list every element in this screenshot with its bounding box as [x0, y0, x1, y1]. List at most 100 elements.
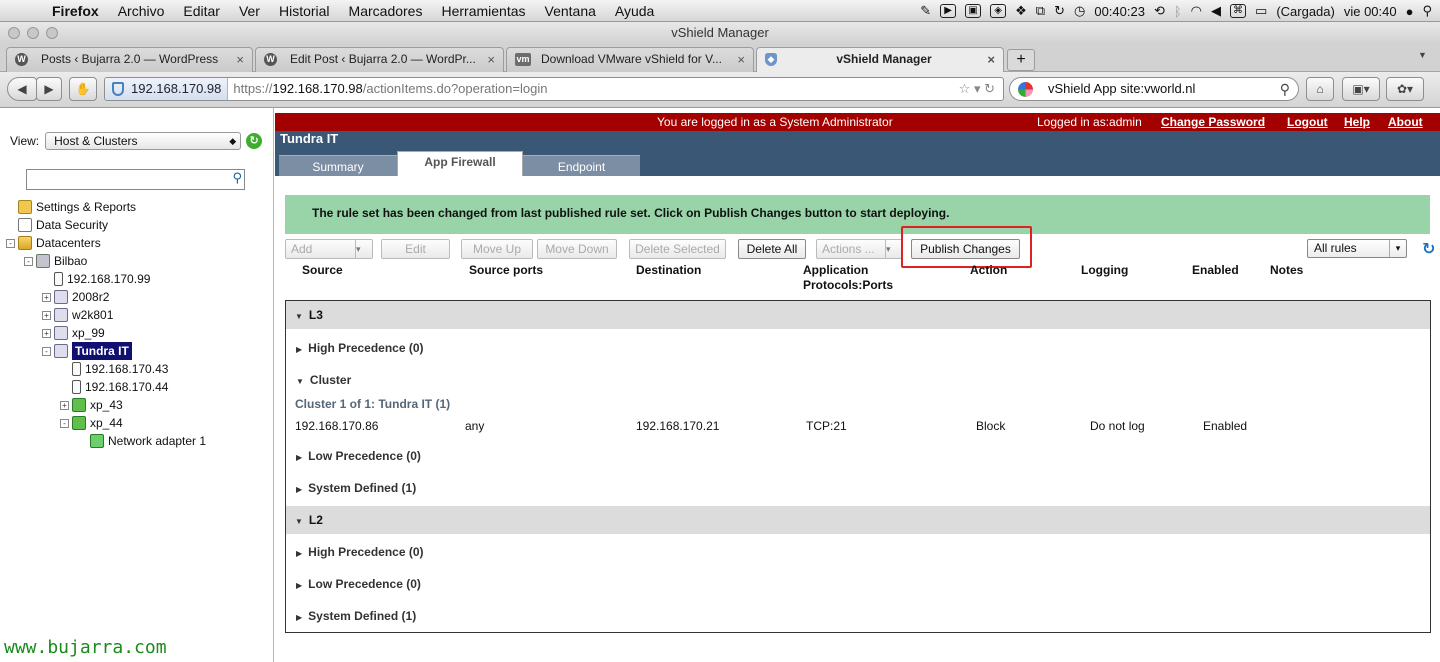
menu-ventana[interactable]: Ventana	[545, 3, 596, 19]
home-button[interactable]: ⌂	[1306, 77, 1334, 101]
search-bar[interactable]: vShield App site:vworld.nl ⚲	[1009, 77, 1299, 101]
pen-icon[interactable]: ✎	[920, 3, 931, 19]
col-destination[interactable]: Destination	[636, 263, 701, 278]
expand-icon[interactable]: +	[42, 328, 51, 338]
close-window-button[interactable]	[8, 27, 20, 39]
tree-node[interactable]: 192.168.170.43	[6, 360, 206, 378]
help-link[interactable]: Help	[1344, 113, 1370, 131]
rule-enabled[interactable]: Enabled	[1203, 417, 1247, 435]
rule-destination[interactable]: 192.168.170.21	[636, 417, 719, 435]
col-source[interactable]: Source	[302, 263, 343, 278]
expand-icon[interactable]: +	[42, 310, 51, 320]
addons-button[interactable]: ✿▾	[1386, 77, 1424, 101]
user-icon[interactable]: ●	[1406, 4, 1414, 19]
google-search-engine-icon[interactable]	[1018, 82, 1033, 97]
logout-link[interactable]: Logout	[1287, 113, 1328, 131]
timer-icon[interactable]: ◷	[1074, 3, 1085, 19]
tab-list-icon[interactable]: ▼	[1418, 50, 1427, 60]
copy-icon[interactable]: ⧉	[1036, 3, 1045, 19]
col-enabled[interactable]: Enabled	[1192, 263, 1239, 278]
sync-icon[interactable]: ↻	[1054, 3, 1065, 19]
search-icon[interactable]: ⚲	[1280, 78, 1290, 100]
search-icon[interactable]: ⚲	[232, 170, 242, 186]
shield-menu-icon[interactable]: ◈	[990, 4, 1007, 18]
delete-selected-button[interactable]: Delete Selected	[629, 239, 726, 259]
close-tab-icon[interactable]: ×	[236, 48, 244, 71]
tree-node[interactable]: + w2k801	[6, 306, 206, 324]
about-link[interactable]: About	[1388, 113, 1423, 131]
section-l2[interactable]: ▼ L2	[286, 506, 1430, 534]
identity-box[interactable]: 192.168.170.98	[105, 78, 229, 100]
move-up-button[interactable]: Move Up	[461, 239, 533, 259]
menu-ver[interactable]: Ver	[239, 3, 260, 19]
browser-tab[interactable]: W Edit Post ‹ Bujarra 2.0 — WordPr... ×	[255, 47, 504, 72]
group-l2-low-precedence[interactable]: ▶ Low Precedence (0)	[296, 574, 421, 594]
expand-icon[interactable]: +	[60, 400, 69, 410]
group-l3-cluster[interactable]: ▼ Cluster	[296, 370, 351, 390]
tree-node[interactable]: + xp_43	[6, 396, 206, 414]
refresh-tree-icon[interactable]: ↻	[246, 133, 263, 149]
collapse-icon[interactable]: -	[42, 346, 51, 356]
downloads-button[interactable]: ▣▾	[1342, 77, 1380, 101]
edit-button[interactable]: Edit	[381, 239, 450, 259]
site-info-button[interactable]: ✋	[69, 77, 97, 101]
rule-logging[interactable]: Do not log	[1090, 417, 1145, 435]
menu-app-name[interactable]: Firefox	[52, 3, 99, 19]
wifi-icon[interactable]: ◠	[1191, 3, 1202, 19]
col-application[interactable]: Application Protocols:Ports	[803, 263, 893, 293]
browser-tab[interactable]: vm Download VMware vShield for V... ×	[506, 47, 754, 72]
browser-tab-active[interactable]: ◆ vShield Manager ×	[756, 47, 1004, 72]
menu-historial[interactable]: Historial	[279, 3, 330, 19]
move-down-button[interactable]: Move Down	[537, 239, 617, 259]
rule-application[interactable]: TCP:21	[806, 417, 847, 435]
camera-icon[interactable]: ▶	[940, 4, 957, 18]
group-l2-high-precedence[interactable]: ▶ High Precedence (0)	[296, 542, 424, 562]
bookmark-star-icon[interactable]: ☆	[959, 81, 971, 96]
menu-archivo[interactable]: Archivo	[118, 3, 165, 19]
group-l3-system-defined[interactable]: ▶ System Defined (1)	[296, 478, 416, 498]
add-button[interactable]: Add	[285, 239, 373, 259]
menu-editar[interactable]: Editar	[183, 3, 220, 19]
expand-icon[interactable]: +	[42, 292, 51, 302]
collapse-icon[interactable]: -	[6, 238, 15, 248]
reload-icon[interactable]: ↻	[984, 81, 995, 96]
close-tab-icon[interactable]: ×	[487, 48, 495, 71]
forward-button[interactable]: ▶	[36, 77, 62, 101]
view-select[interactable]: Host & Clusters ◆	[45, 132, 242, 150]
back-button[interactable]: ◀	[7, 77, 37, 101]
browser-tab[interactable]: W Posts ‹ Bujarra 2.0 — WordPress ×	[6, 47, 253, 72]
tree-node[interactable]: 192.168.170.99	[6, 270, 206, 288]
history-dropdown-icon[interactable]: ▾	[974, 81, 981, 96]
col-action[interactable]: Action	[970, 263, 1007, 278]
change-password-link[interactable]: Change Password	[1161, 113, 1265, 131]
actions-button[interactable]: Actions ...	[816, 239, 903, 259]
section-l3[interactable]: ▼ L3	[286, 301, 1430, 329]
tree-node[interactable]: - Bilbao	[6, 252, 206, 270]
tab-app-firewall[interactable]: App Firewall	[397, 151, 523, 176]
rule-source-ports[interactable]: any	[465, 417, 484, 435]
rule-action[interactable]: Block	[976, 417, 1005, 435]
tab-summary[interactable]: Summary	[279, 155, 397, 176]
spotlight-icon[interactable]: ⚲	[1422, 3, 1432, 19]
tree-node[interactable]: + xp_99	[6, 324, 206, 342]
group-l2-system-defined[interactable]: ▶ System Defined (1)	[296, 606, 416, 626]
minimize-window-button[interactable]	[27, 27, 39, 39]
rule-source[interactable]: 192.168.170.86	[295, 417, 378, 435]
collapse-icon[interactable]: -	[60, 418, 69, 428]
tree-node[interactable]: +2008r2	[6, 288, 206, 306]
group-l3-low-precedence[interactable]: ▶ Low Precedence (0)	[296, 446, 421, 466]
menubar-clock[interactable]: vie 00:40	[1344, 4, 1397, 19]
tree-search-input[interactable]: ⚲	[26, 169, 245, 190]
tree-node[interactable]: - Tundra IT	[6, 342, 206, 360]
delete-all-button[interactable]: Delete All	[738, 239, 806, 259]
refresh-rules-icon[interactable]: ↻	[1422, 239, 1435, 259]
group-l3-high-precedence[interactable]: ▶ High Precedence (0)	[296, 338, 424, 358]
battery-icon[interactable]: ▭	[1255, 3, 1267, 19]
tree-node[interactable]: 192.168.170.44	[6, 378, 206, 396]
tree-node[interactable]: Network adapter 1	[6, 432, 206, 450]
timemachine-icon[interactable]: ⟲	[1154, 3, 1165, 19]
address-bar[interactable]: 192.168.170.98 https://192.168.170.98/act…	[104, 77, 1004, 101]
close-tab-icon[interactable]: ×	[737, 48, 745, 71]
tree-node[interactable]: Data Security	[6, 216, 206, 234]
dropbox-icon[interactable]: ❖	[1015, 3, 1027, 19]
